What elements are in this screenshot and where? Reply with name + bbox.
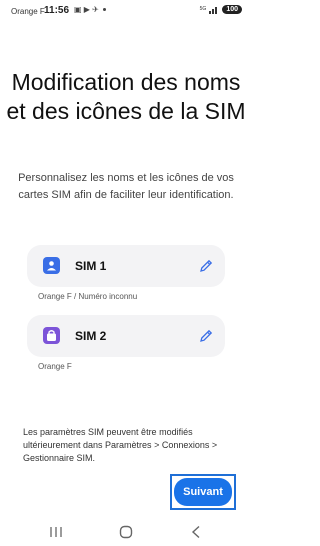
battery-indicator: 100 bbox=[222, 5, 242, 14]
sim-caption: Orange F bbox=[38, 362, 72, 371]
notification-icons: ▣ ▶ ✈ bbox=[74, 5, 106, 14]
status-right: 5G 100 bbox=[200, 5, 242, 14]
network-label: 5G bbox=[199, 6, 207, 12]
notification-glyphs: ▣ ▶ ✈ bbox=[74, 5, 99, 14]
next-button[interactable]: Suivant bbox=[170, 474, 236, 510]
status-bar: Orange F 11:56 ▣ ▶ ✈ 5G 100 bbox=[0, 0, 252, 24]
sim-name: SIM 1 bbox=[75, 259, 107, 273]
bag-icon bbox=[43, 327, 60, 344]
signal-icon bbox=[209, 7, 218, 14]
recent-apps-icon[interactable] bbox=[44, 525, 68, 539]
status-carrier: Orange F bbox=[11, 7, 45, 16]
navigation-bar bbox=[0, 518, 252, 546]
home-icon[interactable] bbox=[114, 525, 138, 539]
next-button-label: Suivant bbox=[174, 478, 232, 506]
sim-caption: Orange F / Numéro inconnu bbox=[38, 292, 138, 301]
notification-dot-icon bbox=[102, 8, 106, 11]
footer-note: Les paramètres SIM peuvent être modifiés… bbox=[23, 427, 218, 463]
page-subtitle: Personnalisez les noms et les icônes de … bbox=[18, 172, 234, 201]
page-title: Modification des noms et des icônes de l… bbox=[6, 69, 246, 124]
status-time: 11:56 bbox=[44, 5, 70, 16]
sim-card-2[interactable]: SIM 2 bbox=[27, 315, 225, 357]
edit-pencil-icon[interactable] bbox=[197, 327, 215, 345]
sim-name: SIM 2 bbox=[75, 329, 107, 343]
person-icon bbox=[43, 257, 60, 274]
edit-pencil-icon[interactable] bbox=[197, 257, 215, 275]
back-icon[interactable] bbox=[184, 525, 208, 539]
sim-card-1[interactable]: SIM 1 bbox=[27, 245, 225, 287]
